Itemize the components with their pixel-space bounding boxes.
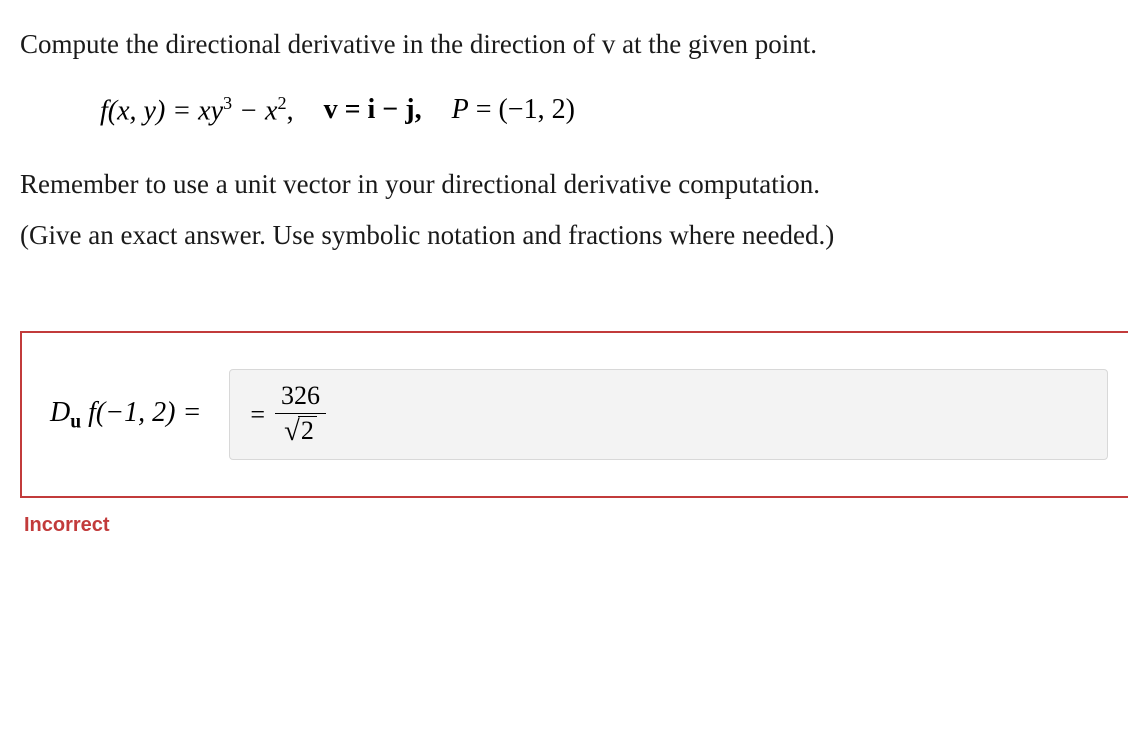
- answer-input[interactable]: = 326 √2: [229, 369, 1108, 460]
- math-expression: f(x, y) = xy3 − x2, v = i − j, P = (−1, …: [100, 93, 1128, 127]
- denominator: √2: [278, 414, 323, 447]
- radicand: 2: [298, 416, 317, 446]
- point-p: P = (−1, 2): [452, 94, 575, 126]
- minus-x: − x: [232, 95, 277, 126]
- equals-sign: =: [250, 400, 265, 430]
- sub-u: u: [70, 411, 81, 432]
- hint-line-1: Remember to use a unit vector in your di…: [20, 159, 1128, 210]
- d-letter: D: [50, 397, 70, 428]
- answer-label: Du f(−1, 2) =: [50, 397, 201, 434]
- numerator: 326: [275, 382, 326, 414]
- feedback-text: Incorrect: [24, 514, 1128, 537]
- fraction: 326 √2: [275, 382, 326, 447]
- label-rest: f(−1, 2) =: [81, 397, 201, 428]
- vector-v: v = i − j,: [324, 94, 422, 126]
- exponent-1: 3: [223, 93, 232, 113]
- function-def: f(x, y) = xy: [100, 95, 223, 126]
- question-prompt: Compute the directional derivative in th…: [20, 24, 1128, 65]
- exponent-2: 2: [277, 93, 286, 113]
- comma: ,: [287, 95, 294, 126]
- hints: Remember to use a unit vector in your di…: [20, 159, 1128, 262]
- answer-container: Du f(−1, 2) = = 326 √2: [20, 331, 1128, 498]
- hint-line-2: (Give an exact answer. Use symbolic nota…: [20, 210, 1128, 261]
